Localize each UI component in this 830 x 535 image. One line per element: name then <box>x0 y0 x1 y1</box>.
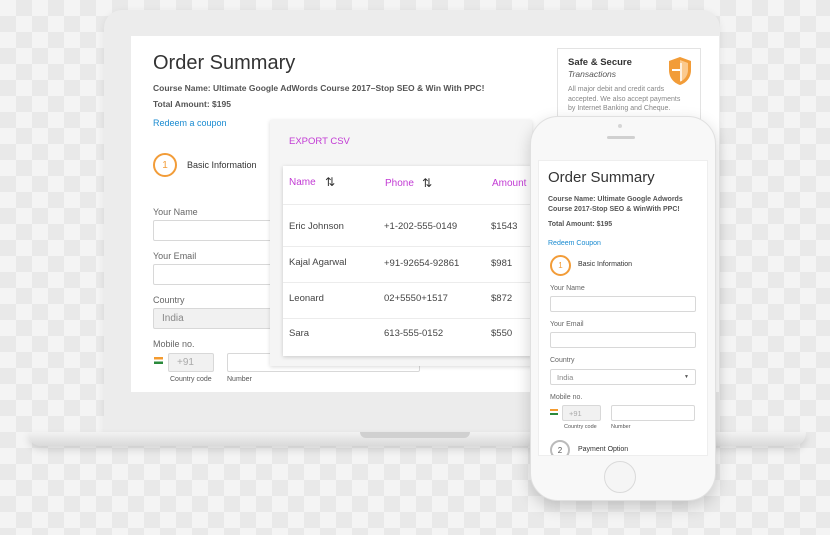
mobile-redeem-coupon-link[interactable]: Redeem Coupon <box>548 240 601 247</box>
step-1-label: Basic Information <box>187 160 257 170</box>
country-select[interactable]: India <box>153 308 283 329</box>
mobile-country-code-value: +91 <box>569 408 582 418</box>
country-label: Country <box>153 295 185 305</box>
country-code-value: +91 <box>177 357 194 368</box>
cell-name: Eric Johnson <box>289 221 344 232</box>
mobile-your-email-label: Your Email <box>550 321 584 328</box>
data-table: Name ⇅ Phone ⇅ Amount Eric Johnson +1-20… <box>283 166 531 356</box>
mobile-your-name-input[interactable] <box>550 296 696 312</box>
laptop-notch <box>360 432 470 438</box>
column-header-phone[interactable]: Phone <box>385 178 414 189</box>
mobile-page-title: Order Summary <box>548 169 655 186</box>
column-header-amount[interactable]: Amount <box>492 178 526 189</box>
column-header-name[interactable]: Name <box>289 177 316 188</box>
phone-screen: Order Summary Course Name: Ultimate Goog… <box>538 160 708 456</box>
safe-secure-text-line2: accepted. We also accept payments <box>568 95 681 103</box>
india-flag-icon <box>154 357 163 364</box>
mobile-your-email-input[interactable] <box>550 332 696 348</box>
your-name-input[interactable] <box>153 220 283 241</box>
mobile-country-value: India <box>557 372 574 382</box>
cell-phone: 613-555-0152 <box>384 328 444 339</box>
mobile-country-select[interactable]: India ▼ <box>550 369 696 385</box>
safe-secure-text-line3: by Internet Banking and Cheque. <box>568 105 671 112</box>
mobile-your-name-label: Your Name <box>550 285 585 292</box>
india-flag-icon <box>550 409 558 415</box>
cell-name: Sara <box>289 328 310 339</box>
phone-speaker <box>607 136 635 139</box>
cell-amount: $872 <box>491 293 513 304</box>
sort-icon[interactable]: ⇅ <box>422 176 432 190</box>
mobile-mobile-label: Mobile no. <box>550 394 583 401</box>
export-csv-button[interactable]: EXPORT CSV <box>289 136 350 147</box>
course-name: Course Name: Ultimate Google AdWords Cou… <box>153 83 485 93</box>
chevron-down-icon: ▼ <box>684 374 689 380</box>
row-divider <box>283 318 531 319</box>
mobile-total-amount: Total Amount: $195 <box>548 221 613 228</box>
your-email-input[interactable] <box>153 264 283 285</box>
mobile-step-1-label: Basic Information <box>578 261 633 268</box>
page-title: Order Summary <box>153 52 296 74</box>
cell-amount: $550 <box>491 328 513 339</box>
cell-amount: $1543 <box>491 221 518 232</box>
number-caption: Number <box>227 376 252 383</box>
mobile-step-2-indicator: 2 <box>550 440 570 455</box>
mobile-label: Mobile no. <box>153 339 195 349</box>
phone-home-button <box>604 461 636 493</box>
cell-name: Kajal Agarwal <box>289 257 347 268</box>
total-amount: Total Amount: $195 <box>153 99 231 109</box>
sort-icon[interactable]: ⇅ <box>325 175 335 189</box>
cell-phone: 02+5550+1517 <box>384 293 448 304</box>
step-1-indicator: 1 <box>153 153 177 177</box>
row-divider <box>283 282 531 283</box>
phone-camera <box>618 124 622 128</box>
shield-icon <box>669 57 691 85</box>
cell-amount: $981 <box>491 258 513 269</box>
row-divider <box>283 246 531 247</box>
your-name-label: Your Name <box>153 207 198 217</box>
cell-name: Leonard <box>289 293 324 304</box>
mobile-course-line2: Course 2017-Stop SEO & WinWith PPC! <box>548 206 680 213</box>
mobile-country-label: Country <box>550 357 575 364</box>
your-email-label: Your Email <box>153 251 197 261</box>
country-code-caption: Country code <box>170 376 212 383</box>
cell-phone: +1-202-555-0149 <box>384 221 458 232</box>
row-divider <box>283 204 531 205</box>
mobile-step-2-label: Payment Option <box>578 446 629 453</box>
mobile-course-line1: Course Name: Ultimate Google Adwords <box>548 196 683 203</box>
mobile-country-code-input[interactable]: +91 <box>562 405 601 421</box>
mobile-country-code-caption: Country code <box>564 424 597 430</box>
mobile-number-caption: Number <box>611 424 631 430</box>
country-value: India <box>162 313 184 324</box>
mobile-step-1-indicator: 1 <box>550 255 571 276</box>
country-code-input[interactable]: +91 <box>168 353 214 372</box>
cell-phone: +91-92654-92861 <box>384 258 460 269</box>
safe-secure-text-line1: All major debit and credit cards <box>568 86 665 93</box>
mobile-number-input[interactable] <box>611 405 695 421</box>
redeem-coupon-link[interactable]: Redeem a coupon <box>153 118 227 128</box>
